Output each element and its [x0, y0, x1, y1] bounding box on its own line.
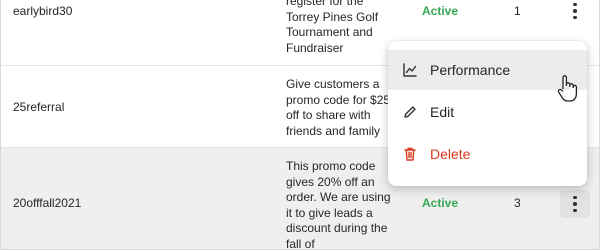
promo-description: Give customers a promo code for $25 off …	[286, 77, 391, 138]
menu-item-label: Delete	[430, 146, 471, 162]
promo-code: earlybird30	[13, 4, 73, 18]
menu-item-label: Edit	[430, 104, 455, 120]
hand-cursor-icon	[557, 75, 578, 102]
row-actions-button[interactable]	[560, 190, 590, 218]
row-actions-menu: Performance Edit Delete	[388, 41, 587, 186]
status-badge: Active	[422, 196, 459, 210]
kebab-dot	[573, 208, 577, 213]
chart-line-icon	[402, 62, 418, 78]
row-actions-button[interactable]	[560, 0, 590, 25]
usage-count: 1	[514, 4, 521, 18]
kebab-dot	[573, 2, 577, 7]
promo-description: This promo code gives 20% off an order. …	[286, 159, 391, 250]
promo-description: register for the Torrey Pines Golf Tourn…	[286, 0, 379, 55]
menu-item-delete[interactable]: Delete	[388, 134, 587, 174]
kebab-dot	[573, 15, 577, 20]
kebab-dot	[573, 9, 577, 13]
trash-icon	[402, 146, 418, 162]
usage-count: 3	[514, 196, 521, 210]
status-badge: Active	[422, 4, 459, 18]
promo-code: 20offfall2021	[13, 196, 82, 210]
pencil-icon	[402, 104, 418, 120]
promo-code: 25referral	[13, 100, 65, 114]
kebab-dot	[573, 195, 577, 200]
menu-item-label: Performance	[430, 62, 511, 78]
promo-codes-table: earlybird30 register for the Torrey Pine…	[0, 0, 600, 250]
kebab-dot	[573, 202, 577, 206]
